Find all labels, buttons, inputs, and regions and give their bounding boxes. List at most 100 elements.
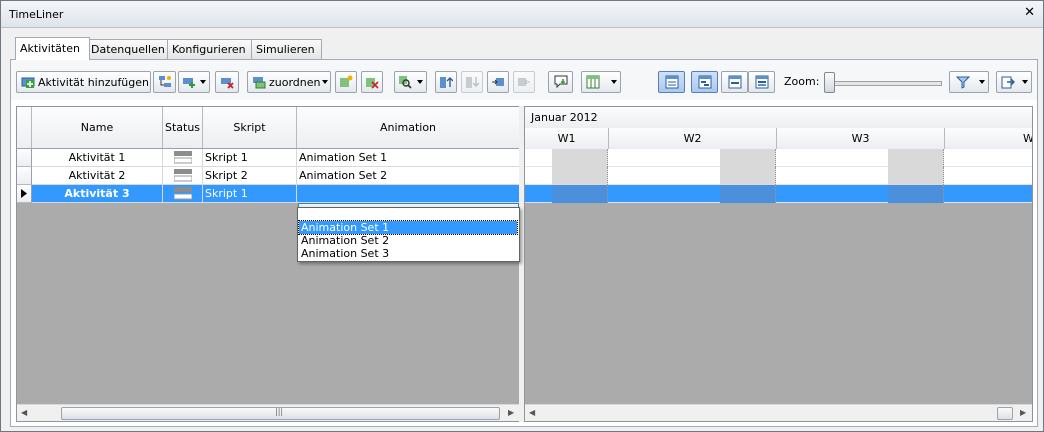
timeliner-window: TimeLiner ✕ Aktivitäten Datenquellen Kon… bbox=[0, 0, 1044, 432]
weekend-band bbox=[720, 167, 776, 185]
filter-button[interactable] bbox=[949, 71, 989, 93]
day-divider bbox=[607, 149, 608, 167]
day-divider bbox=[607, 167, 608, 185]
gantt-row[interactable] bbox=[525, 167, 1032, 185]
auto-assign-button[interactable] bbox=[335, 71, 357, 93]
scroll-right-icon[interactable]: ▶ bbox=[1020, 408, 1026, 417]
row-header[interactable] bbox=[17, 167, 32, 185]
assign-button[interactable]: zuordnen bbox=[247, 71, 331, 93]
find-icon bbox=[399, 76, 412, 89]
animation-cell[interactable]: Animation Set 1 bbox=[297, 149, 520, 167]
export-icon bbox=[1001, 76, 1015, 89]
gantt-chart: Januar 2012 W1 W2 W3 W ◀ ▶ bbox=[524, 106, 1033, 422]
activity-name-cell[interactable]: Aktivität 2 bbox=[32, 167, 163, 185]
view-planned-button[interactable] bbox=[721, 71, 748, 93]
toolbar: Aktivität hinzufügen zuordnen Zoom: bbox=[11, 60, 1037, 100]
export-button[interactable] bbox=[996, 71, 1032, 93]
tab-konfigurieren[interactable]: Konfigurieren bbox=[167, 39, 253, 59]
script-cell[interactable]: Skript 2 bbox=[203, 167, 297, 185]
scroll-left-icon[interactable]: ◀ bbox=[21, 408, 27, 417]
animation-dropdown-list: Animation Set 1 Animation Set 2 Animatio… bbox=[297, 207, 520, 262]
delete-activity-button[interactable] bbox=[215, 71, 239, 93]
scroll-right-icon[interactable]: ▶ bbox=[508, 408, 514, 417]
row-header[interactable] bbox=[17, 149, 32, 167]
dropdown-option[interactable]: Animation Set 2 bbox=[299, 234, 517, 247]
day-divider bbox=[775, 185, 776, 203]
weekend-band bbox=[552, 185, 608, 203]
unassign-icon bbox=[366, 78, 379, 89]
scroll-left-icon[interactable]: ◀ bbox=[529, 408, 535, 417]
status-cell bbox=[163, 149, 203, 167]
find-items-button[interactable] bbox=[394, 71, 427, 93]
weekend-band bbox=[552, 167, 608, 185]
table-row[interactable]: Aktivität 1 Skript 1 Animation Set 1 bbox=[17, 149, 520, 167]
view-gantt-button[interactable] bbox=[691, 71, 718, 93]
tab-datenquellen[interactable]: Datenquellen bbox=[86, 39, 169, 59]
move-down-button[interactable] bbox=[461, 71, 483, 93]
column-header-script[interactable]: Skript bbox=[203, 107, 297, 149]
zoom-slider-thumb[interactable] bbox=[824, 72, 835, 93]
animation-cell[interactable]: Animation Set 2 bbox=[297, 167, 520, 185]
tab-aktivitaeten[interactable]: Aktivitäten bbox=[15, 37, 90, 60]
status-cell bbox=[163, 167, 203, 185]
add-comment-button[interactable] bbox=[548, 71, 573, 93]
activity-name-cell[interactable]: Aktivität 3 bbox=[32, 185, 163, 203]
add-activity-button[interactable]: Aktivität hinzufügen bbox=[16, 71, 151, 93]
column-header-status[interactable]: Status bbox=[163, 107, 203, 149]
move-up-button[interactable] bbox=[435, 71, 457, 93]
gantt-view-icon bbox=[698, 75, 712, 89]
close-icon[interactable]: ✕ bbox=[1024, 5, 1035, 20]
script-cell[interactable]: Skript 1 bbox=[203, 149, 297, 167]
weekend-band bbox=[888, 167, 944, 185]
activities-panel: Aktivität hinzufügen zuordnen Zoom: Name… bbox=[10, 59, 1038, 427]
row-header-corner bbox=[17, 107, 32, 149]
dropdown-option[interactable]: Animation Set 3 bbox=[299, 247, 517, 260]
day-divider bbox=[943, 167, 944, 185]
script-cell[interactable]: Skript 1 bbox=[203, 185, 297, 203]
week-label: W bbox=[945, 128, 1032, 149]
grid-view-icon bbox=[665, 75, 679, 89]
animation-cell[interactable] bbox=[297, 185, 520, 203]
gantt-month-header: Januar 2012 bbox=[525, 107, 1032, 129]
unassign-button[interactable] bbox=[361, 71, 383, 93]
move-down-icon bbox=[466, 77, 479, 88]
day-divider bbox=[607, 185, 608, 203]
table-row-selected[interactable]: Aktivität 3 Skript 1 bbox=[17, 185, 520, 203]
gantt-row[interactable] bbox=[525, 185, 1032, 203]
outdent-button[interactable] bbox=[513, 71, 535, 93]
indent-button[interactable] bbox=[487, 71, 509, 93]
hierarchy-icon bbox=[159, 76, 171, 87]
add-dropdown-button[interactable] bbox=[178, 71, 210, 93]
gantt-rows bbox=[525, 149, 1032, 203]
tab-simulieren[interactable]: Simulieren bbox=[251, 39, 322, 59]
table-row[interactable]: Aktivität 2 Skript 2 Animation Set 2 bbox=[17, 167, 520, 185]
auto-assign-icon bbox=[340, 75, 353, 87]
weekend-band bbox=[888, 185, 944, 203]
comment-icon bbox=[554, 75, 568, 89]
assign-icon bbox=[253, 77, 266, 89]
dropdown-option[interactable]: Animation Set 1 bbox=[298, 220, 518, 235]
row-header[interactable] bbox=[17, 185, 32, 203]
add-activity-icon bbox=[21, 77, 35, 88]
scroll-thumb[interactable]: ||| bbox=[61, 407, 500, 420]
grid-horizontal-scrollbar[interactable]: ◀ ||| ▶ bbox=[17, 404, 520, 421]
view-grid-button[interactable] bbox=[658, 71, 685, 93]
gantt-row[interactable] bbox=[525, 149, 1032, 167]
indent-icon bbox=[492, 78, 504, 86]
activities-grid: Name Status Skript Animation Aktivität 1… bbox=[16, 106, 521, 422]
weekend-band bbox=[888, 149, 944, 167]
gantt-horizontal-scrollbar[interactable]: ◀ ▶ bbox=[525, 404, 1032, 421]
scroll-thumb[interactable] bbox=[997, 407, 1013, 420]
add-child-button[interactable] bbox=[153, 71, 176, 93]
assign-label: zuordnen bbox=[269, 76, 321, 89]
window-title: TimeLiner bbox=[9, 8, 64, 21]
column-header-name[interactable]: Name bbox=[32, 107, 163, 149]
activity-name-cell[interactable]: Aktivität 1 bbox=[32, 149, 163, 167]
columns-button[interactable] bbox=[581, 71, 621, 93]
week-label: W1 bbox=[525, 128, 609, 149]
column-header-animation[interactable]: Animation bbox=[297, 107, 520, 149]
day-divider bbox=[775, 167, 776, 185]
zoom-slider-track[interactable] bbox=[832, 81, 942, 86]
month-label: Januar 2012 bbox=[531, 111, 598, 124]
view-actual-button[interactable] bbox=[748, 71, 775, 93]
